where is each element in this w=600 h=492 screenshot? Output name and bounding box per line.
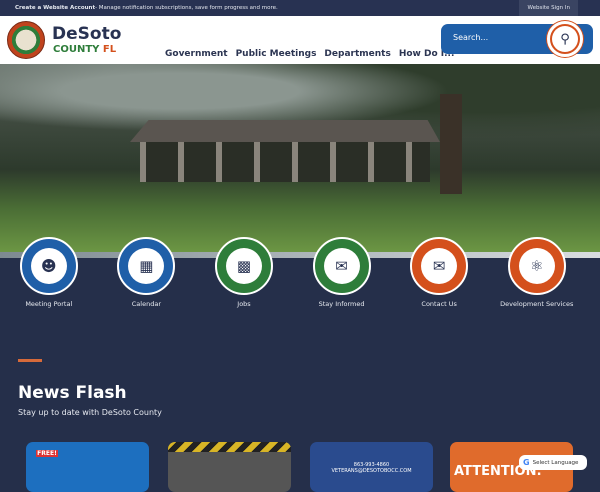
top-bar: Create a Website Account - Manage notifi… [0,0,600,16]
quick-link-label: Jobs [237,300,251,308]
news-card[interactable]: 863-993-4860 VETERANS@DESOTOBOCC.COM [310,442,433,492]
brand-county: COUNTY FL [53,44,116,55]
quick-link-label: Contact Us [421,300,457,308]
quick-link-label: Stay Informed [318,300,365,308]
quick-link-contact-us[interactable]: ✉ Contact Us [390,237,488,308]
account-description: - Manage notification subscriptions, sav… [95,5,278,11]
quick-link-meeting-portal[interactable]: ☻ Meeting Portal [0,237,98,308]
quick-links: ☻ Meeting Portal ▦ Calendar ▩ Jobs ✉ Stay In… [0,237,600,308]
language-selector[interactable]: G Select Language [519,455,587,470]
county-text: COUNTY [53,44,103,55]
news-flash-title: News Flash [18,383,127,403]
calendar-icon: ▦ [128,248,165,284]
search-box[interactable]: Search... ⚲ [441,21,593,57]
create-account-link[interactable]: Create a Website Account [15,5,95,11]
county-seal-logo[interactable] [7,21,45,59]
briefcase-icon: ▩ [225,248,262,284]
nav-departments[interactable]: Departments [324,49,390,59]
language-label: Select Language [532,459,579,466]
card-email: VETERANS@DESOTOBOCC.COM [331,468,412,474]
card-text: FREE! [36,450,58,457]
main-nav: Government Public Meetings Departments H… [165,49,454,59]
brand-name[interactable]: DeSoto [52,24,121,44]
state-text: FL [102,44,117,55]
quick-link-label: Meeting Portal [25,300,73,308]
quick-link-jobs[interactable]: ▩ Jobs [195,237,293,308]
quick-link-label: Development Services [500,300,574,308]
people-icon: ☻ [30,248,67,284]
idea-icon: ⚛ [518,248,555,284]
nav-public-meetings[interactable]: Public Meetings [236,49,317,59]
section-accent [18,359,42,362]
news-card[interactable] [168,442,291,492]
mail-icon: ✉ [323,248,360,284]
quick-link-development-services[interactable]: ⚛ Development Services [488,237,586,308]
pavilion-roof [130,120,440,142]
news-flash-subtitle: Stay up to date with DeSoto County [18,408,162,417]
hero-image [0,64,600,256]
search-button[interactable]: ⚲ [547,21,583,57]
sign-in-button[interactable]: Website Sign In [519,0,578,16]
google-icon: G [523,458,530,467]
pavilion [140,142,430,182]
nav-government[interactable]: Government [165,49,228,59]
tree-trunk [440,94,462,194]
quick-link-calendar[interactable]: ▦ Calendar [98,237,196,308]
quick-link-stay-informed[interactable]: ✉ Stay Informed [293,237,391,308]
search-input[interactable]: Search... [453,33,488,42]
header: DeSoto COUNTY FL Government Public Meeti… [0,16,600,64]
quick-link-label: Calendar [131,300,161,308]
news-card[interactable]: FREE! [26,442,149,492]
chat-icon: ✉ [421,248,458,284]
search-icon: ⚲ [552,26,578,52]
